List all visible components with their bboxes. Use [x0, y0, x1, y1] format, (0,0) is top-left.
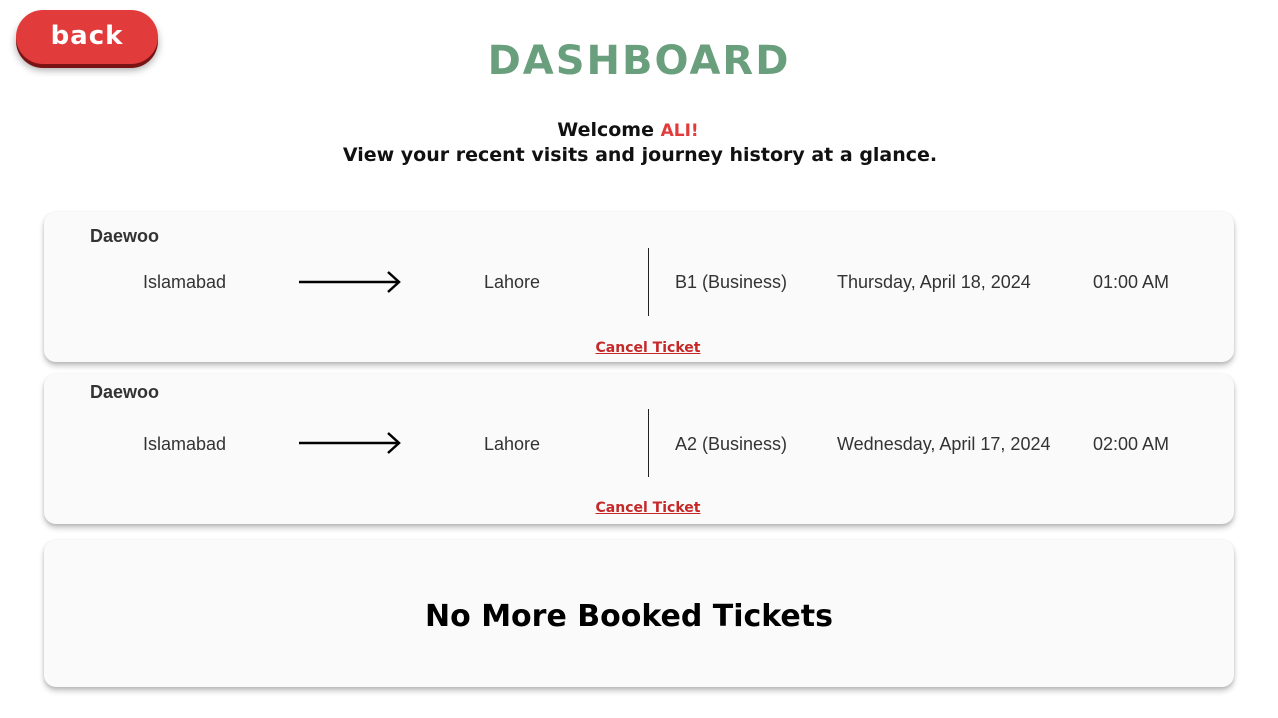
welcome-block: Welcome ALI! View your recent visits and… [0, 118, 1278, 167]
empty-state-card: No More Booked Tickets [44, 540, 1234, 687]
cancel-ticket-link[interactable]: Cancel Ticket [44, 500, 1252, 516]
ticket-seat: B1 (Business) [675, 272, 788, 292]
page-title: DASHBOARD [487, 38, 791, 84]
ticket-destination: Lahore [484, 272, 541, 292]
ticket-date: Wednesday, April 17, 2024 [837, 434, 1051, 454]
welcome-greeting: Welcome [557, 119, 654, 141]
welcome-line: Welcome ALI! [0, 118, 1278, 143]
arrow-right-icon [299, 271, 401, 293]
ticket-divider [648, 409, 649, 477]
ticket-time: 02:00 AM [1093, 434, 1170, 454]
ticket-card: Daewoo Islamabad Lahore A2 (Business) We… [44, 374, 1234, 524]
ticket-date: Thursday, April 18, 2024 [837, 272, 1031, 292]
cancel-ticket-link[interactable]: Cancel Ticket [44, 340, 1252, 356]
ticket-time: 01:00 AM [1093, 272, 1170, 292]
welcome-subtitle: View your recent visits and journey hist… [342, 144, 938, 166]
ticket-origin: Islamabad [143, 272, 227, 292]
ticket-operator: Daewoo [90, 382, 160, 402]
user-name: ALI! [660, 121, 699, 141]
ticket-card: Daewoo Islamabad Lahore B1 (Business) Th… [44, 212, 1234, 362]
arrow-right-icon [299, 432, 401, 454]
ticket-divider [648, 248, 649, 316]
ticket-origin: Islamabad [143, 434, 227, 454]
ticket-destination: Lahore [484, 434, 541, 454]
empty-state-message: No More Booked Tickets [425, 599, 833, 634]
ticket-seat: A2 (Business) [675, 434, 788, 454]
ticket-operator: Daewoo [90, 226, 160, 246]
